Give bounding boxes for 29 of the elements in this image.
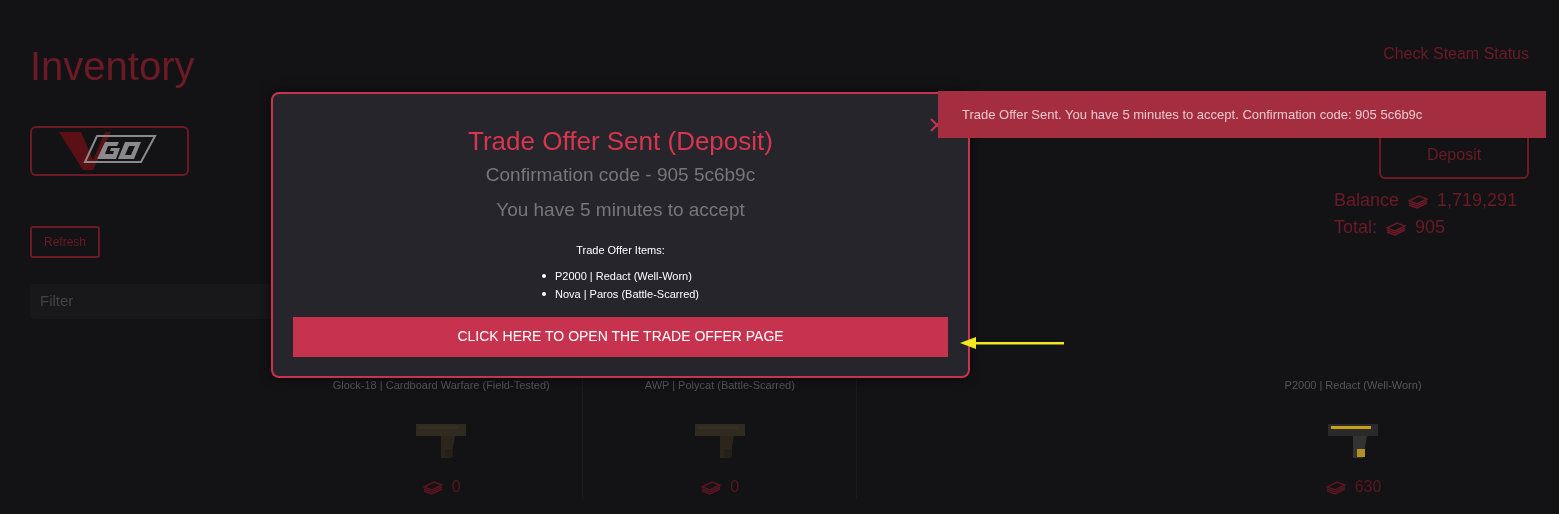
open-trade-offer-button[interactable]: CLICK HERE TO OPEN THE TRADE OFFER PAGE xyxy=(293,316,948,357)
logo-button[interactable] xyxy=(30,126,189,176)
item-price: 630 xyxy=(1354,477,1382,497)
items-heading: Trade Offer Items: xyxy=(575,243,666,259)
money-icon xyxy=(1324,479,1347,495)
bullet-icon xyxy=(541,273,546,278)
confirmation-code: Confirmation code - 905 5c6b9c xyxy=(484,163,757,188)
item-price: 0 xyxy=(730,477,740,497)
money-icon xyxy=(700,479,723,495)
money-icon xyxy=(1407,192,1430,209)
steam-status-link[interactable]: Check Steam Status xyxy=(1383,42,1529,66)
page-title: Inventory xyxy=(30,46,196,86)
offer-item: P2000 | Redact (Well-Worn) xyxy=(554,268,692,284)
toast-message: Trade Offer Sent. You have 5 minutes to accept. Confirmation code: 905 5c6b9c xyxy=(962,105,1423,124)
total-label: Total: xyxy=(1334,216,1378,239)
item-name: AWP | Polycat (Battle-Scarred) xyxy=(643,377,796,393)
time-notice: You have 5 minutes to accept xyxy=(495,197,746,222)
item-price: 0 xyxy=(451,477,461,497)
money-icon xyxy=(1385,219,1408,236)
dialog-title: Trade Offer Sent (Deposit) xyxy=(467,126,774,158)
money-icon xyxy=(421,479,444,495)
bullet-icon xyxy=(541,291,546,296)
balance-value: 1,719,291 xyxy=(1437,189,1518,212)
item-name: Glock-18 | Cardboard Warfare (Field-Tested) xyxy=(331,377,551,393)
balance-label: Balance xyxy=(1334,189,1400,212)
item-name: P2000 | Redact (Well-Worn) xyxy=(1283,377,1423,393)
total-value: 905 xyxy=(1415,216,1446,239)
offer-item: Nova | Paros (Battle-Scarred) xyxy=(554,286,700,302)
refresh-button[interactable]: Refresh xyxy=(30,226,101,258)
